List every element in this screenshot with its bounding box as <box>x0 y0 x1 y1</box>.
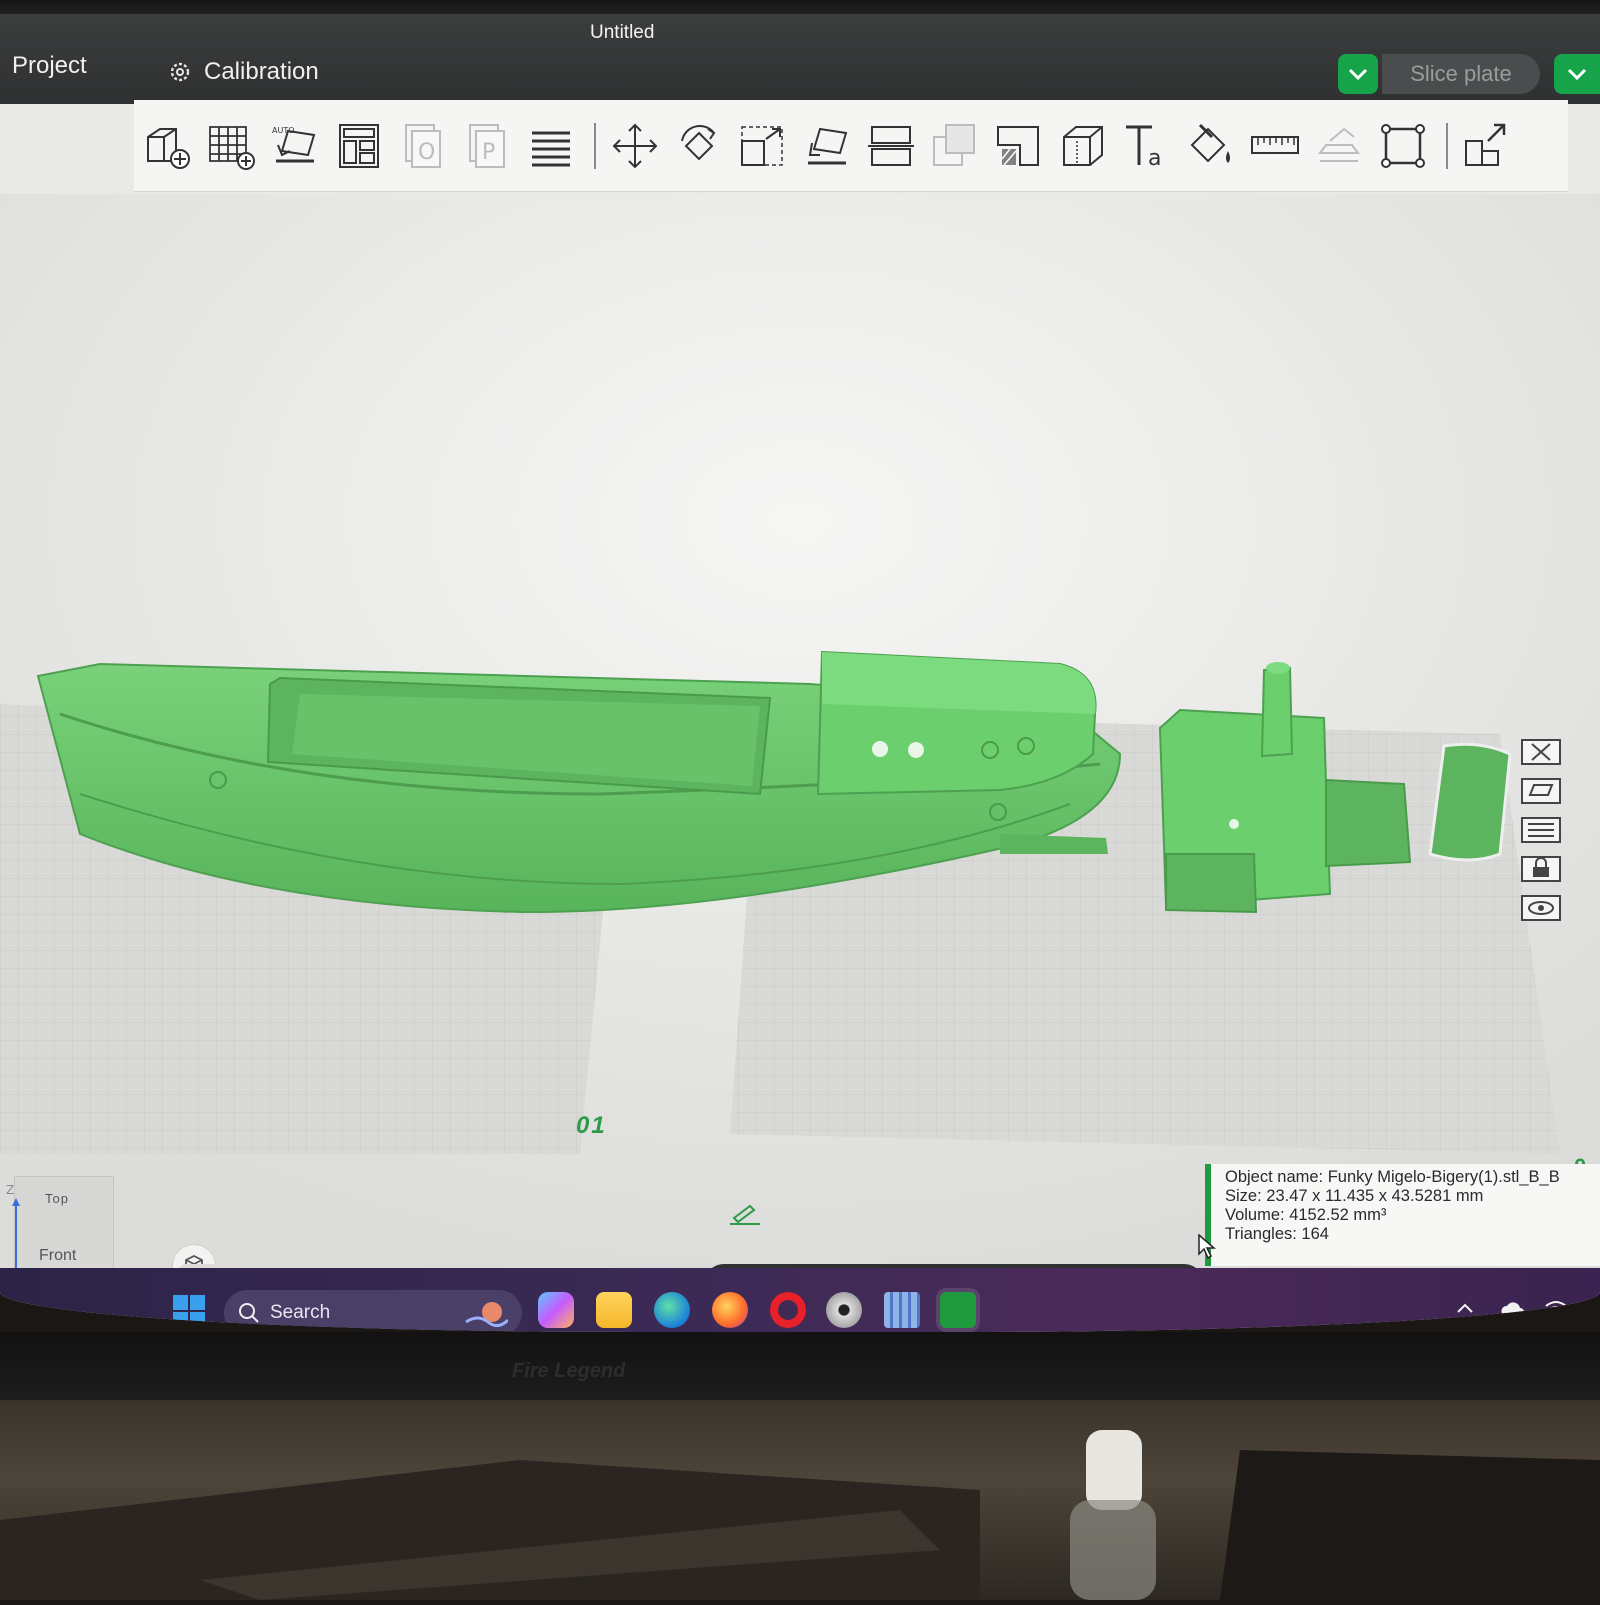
copy-icon[interactable]: O <box>396 119 450 173</box>
lock-icon[interactable] <box>1518 855 1564 883</box>
slicer-app-icon[interactable] <box>940 1292 976 1328</box>
object-name-line: Object name: Funky Migelo-Bigery(1).stl_… <box>1225 1168 1560 1186</box>
build-plate-scene <box>0 194 1600 1284</box>
toolbar-separator <box>594 122 596 169</box>
object-triangles-line: Triangles: 164 <box>1225 1225 1329 1243</box>
search-highlight-icon <box>465 1302 508 1327</box>
desk-surface <box>0 1400 1600 1600</box>
windows-start-icon[interactable] <box>172 1294 206 1328</box>
close-plate-icon[interactable] <box>1518 738 1564 766</box>
title-bar: Untitled Project Calibration Slice plate <box>0 14 1600 104</box>
paste-icon[interactable]: P <box>460 119 514 173</box>
monitor-chin <box>0 1332 1600 1402</box>
text-icon[interactable]: a <box>1120 119 1174 173</box>
search-placeholder: Search <box>270 1302 331 1323</box>
plate-side-tools <box>1518 738 1578 933</box>
calculator-icon[interactable] <box>884 1292 920 1328</box>
color-paint-icon[interactable] <box>1184 119 1238 173</box>
file-explorer-icon[interactable] <box>596 1292 632 1328</box>
plate-number-label: 01 <box>576 1112 607 1139</box>
tab-project-label: Project <box>12 52 87 79</box>
add-object-icon[interactable] <box>140 119 194 173</box>
cloud-icon[interactable] <box>1500 1302 1526 1318</box>
tab-project[interactable]: Project <box>12 52 87 80</box>
taskbar-search[interactable]: Search <box>224 1290 522 1332</box>
screen: Untitled Project Calibration Slice plate <box>0 14 1600 1332</box>
orient-plate-icon[interactable] <box>1518 777 1564 805</box>
desk-objects <box>0 1430 1600 1600</box>
lay-on-face-icon[interactable] <box>800 119 854 173</box>
tab-calibration-label: Calibration <box>204 58 319 85</box>
arrange-plate-icon[interactable] <box>1518 816 1564 844</box>
monitor-brand-logo: Fire Legend <box>512 1360 626 1382</box>
share-icon[interactable] <box>1460 119 1514 173</box>
scale-icon[interactable] <box>736 119 790 173</box>
axis-z-label: Z <box>6 1183 14 1197</box>
funnel-model[interactable] <box>1428 742 1512 862</box>
print-dropdown-button[interactable] <box>1554 54 1600 94</box>
gear-icon <box>170 62 190 82</box>
toolbar-separator <box>1446 122 1448 169</box>
firefox-icon[interactable] <box>712 1292 748 1328</box>
arrange-icon[interactable] <box>332 119 386 173</box>
cut-icon[interactable] <box>864 119 918 173</box>
edge-icon[interactable] <box>654 1292 690 1328</box>
object-size-line: Size: 23.47 x 11.435 x 43.5281 mm <box>1225 1187 1484 1205</box>
add-plate-icon[interactable] <box>204 119 258 173</box>
slice-controls: Slice plate <box>1338 54 1540 94</box>
tab-calibration[interactable]: Calibration <box>168 58 319 86</box>
windows-taskbar: Search <box>0 1268 1600 1332</box>
3d-viewport[interactable]: 01 0 Top Front Z X <box>0 194 1600 1300</box>
slice-dropdown-button[interactable] <box>1338 54 1378 94</box>
mouse-cursor-icon <box>1198 1234 1216 1260</box>
move-icon[interactable] <box>608 119 662 173</box>
object-volume-line: Volume: 4152.52 mm³ <box>1225 1206 1387 1224</box>
support-paint-icon[interactable] <box>992 119 1046 173</box>
main-toolbar: AUTO O P a <box>134 100 1568 192</box>
rotate-icon[interactable] <box>672 119 726 173</box>
fit-frame-icon[interactable] <box>1376 119 1430 173</box>
seam-paint-icon[interactable] <box>1056 119 1110 173</box>
window-title: Untitled <box>590 22 655 43</box>
search-icon <box>239 1303 259 1323</box>
svg-text:O: O <box>418 140 435 165</box>
svg-text:a: a <box>1148 146 1161 171</box>
wifi-icon[interactable] <box>1544 1298 1568 1318</box>
auto-orient-icon[interactable]: AUTO <box>268 119 322 173</box>
chevron-down-icon <box>1567 68 1587 81</box>
eye-app-icon[interactable] <box>826 1292 862 1328</box>
volume-icon[interactable] <box>1578 1298 1600 1318</box>
opera-icon[interactable] <box>770 1292 806 1328</box>
assembly-icon[interactable] <box>1312 119 1366 173</box>
eye-icon[interactable] <box>1518 894 1564 922</box>
copilot-icon[interactable] <box>538 1292 574 1328</box>
slice-plate-button[interactable]: Slice plate <box>1382 54 1540 94</box>
measure-icon[interactable] <box>1248 119 1302 173</box>
chevron-up-icon[interactable] <box>1456 1302 1474 1314</box>
object-info-panel: Object name: Funky Migelo-Bigery(1).stl_… <box>1205 1164 1600 1266</box>
menu-lines-icon[interactable] <box>524 119 578 173</box>
svg-text:P: P <box>482 140 495 165</box>
pencil-icon[interactable] <box>728 1202 762 1226</box>
boolean-icon[interactable] <box>928 119 982 173</box>
chevron-down-icon <box>1348 68 1368 81</box>
